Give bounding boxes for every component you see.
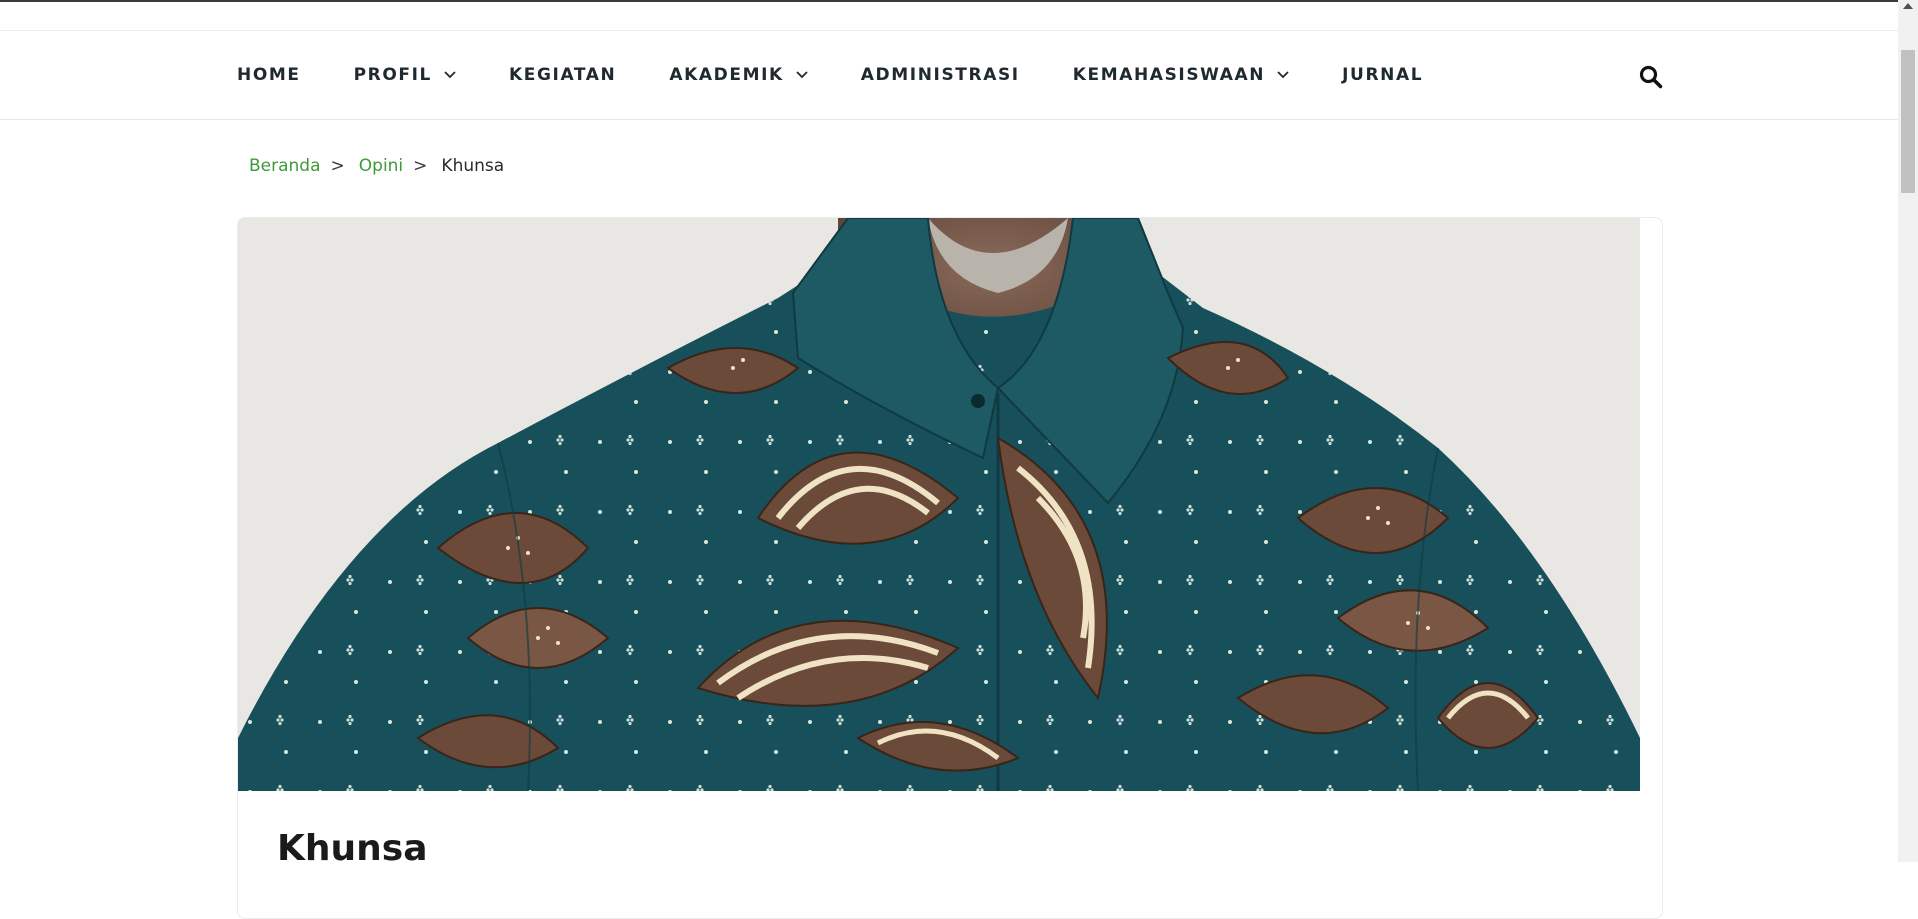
breadcrumb-link-opini[interactable]: Opini — [359, 156, 403, 176]
nav-item-label: AKADEMIK — [669, 65, 784, 85]
nav-item-label: KEMAHASISWAAN — [1072, 65, 1266, 85]
top-bar — [0, 2, 1898, 31]
nav-item-kemahasiswaan[interactable]: KEMAHASISWAAN — [1073, 65, 1289, 85]
search-button[interactable] — [1638, 64, 1664, 90]
nav-item-jurnal[interactable]: JURNAL — [1342, 65, 1423, 85]
breadcrumb-separator: > — [330, 156, 345, 176]
batik-shirt-photo — [238, 218, 1640, 791]
breadcrumb-separator: > — [413, 156, 428, 176]
nav-item-profil[interactable]: PROFIL — [354, 65, 456, 85]
nav-item-administrasi[interactable]: ADMINISTRASI — [861, 65, 1020, 85]
search-icon — [1639, 65, 1663, 89]
chevron-down-icon — [1277, 71, 1289, 79]
scrollbar-thumb[interactable] — [1901, 50, 1915, 193]
breadcrumb-link-beranda[interactable]: Beranda — [249, 156, 321, 176]
nav-item-kegiatan[interactable]: KEGIATAN — [509, 65, 616, 85]
breadcrumb-current: Khunsa — [441, 156, 505, 176]
vertical-scrollbar[interactable] — [1898, 0, 1918, 862]
breadcrumb: Beranda > Opini > Khunsa — [249, 156, 504, 176]
nav-item-akademik[interactable]: AKADEMIK — [669, 65, 808, 85]
nav-menu: HOME PROFIL KEGIATAN AKADEMIK ADMINISTRA… — [237, 31, 1476, 119]
main-navigation: HOME PROFIL KEGIATAN AKADEMIK ADMINISTRA… — [0, 31, 1898, 120]
nav-item-label: JURNAL — [1342, 65, 1424, 85]
scroll-up-arrow-icon[interactable] — [1903, 3, 1913, 9]
nav-item-label: PROFIL — [353, 65, 432, 85]
post-featured-image — [238, 218, 1640, 791]
post-card: Khunsa — [237, 217, 1663, 919]
chevron-down-icon — [444, 71, 456, 79]
nav-item-label: KEGIATAN — [508, 65, 617, 85]
post-title: Khunsa — [277, 828, 428, 869]
chevron-down-icon — [796, 71, 808, 79]
nav-item-home[interactable]: HOME — [237, 65, 301, 85]
nav-item-label: ADMINISTRASI — [860, 65, 1020, 85]
nav-item-label: HOME — [237, 65, 301, 85]
